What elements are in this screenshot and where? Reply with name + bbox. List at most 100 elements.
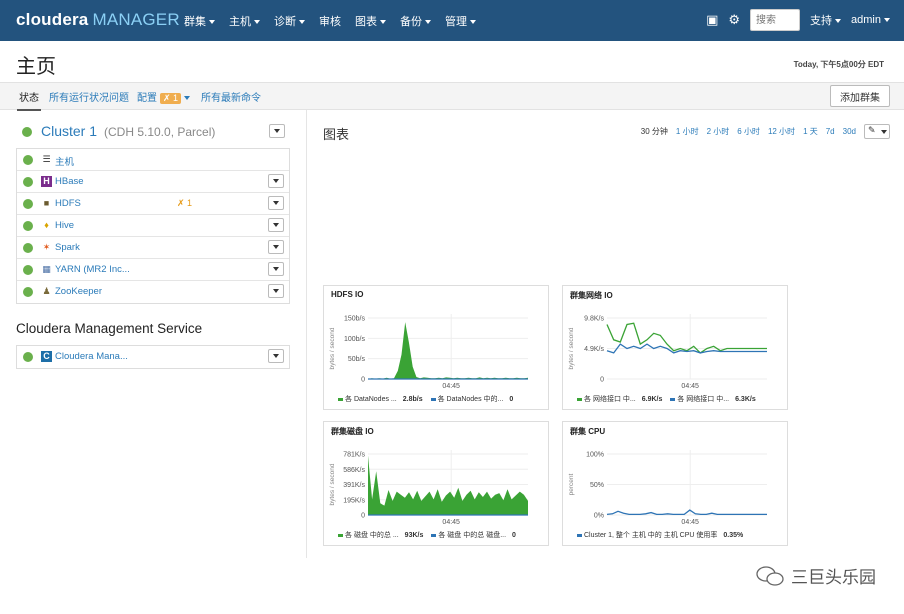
service-row-spark: ✶ Spark bbox=[17, 237, 289, 259]
time-range-option-0[interactable]: 30 分钟 bbox=[641, 126, 668, 137]
y-axis-label: bytes / second bbox=[329, 327, 336, 369]
wechat-icon bbox=[756, 565, 784, 586]
user-menu[interactable]: admin bbox=[851, 14, 890, 26]
y-tick-label: 195K/s bbox=[343, 497, 365, 504]
tab-status[interactable]: 状态 bbox=[17, 89, 41, 111]
chevron-down-icon bbox=[273, 245, 279, 249]
page-title: 主页 bbox=[16, 56, 56, 78]
nav-item-5[interactable]: 备份 bbox=[400, 13, 431, 29]
service-actions-dropdown[interactable] bbox=[268, 262, 284, 276]
tab-health-issues[interactable]: 所有运行状况问题 bbox=[49, 89, 129, 104]
legend-item[interactable]: 各 磁盘 中的总 磁盘... 0 bbox=[431, 530, 516, 540]
tab-configuration[interactable]: 配置 ✗ 1 bbox=[137, 89, 191, 104]
nav-item-2[interactable]: 诊断 bbox=[274, 13, 305, 29]
service-row-list: ☰ 主机 bbox=[17, 149, 289, 171]
time-range-option-7[interactable]: 30d bbox=[843, 127, 856, 136]
chevron-down-icon bbox=[273, 223, 279, 227]
time-range-option-3[interactable]: 6 小时 bbox=[737, 126, 760, 137]
service-name-link[interactable]: Cloudera Mana... bbox=[55, 351, 128, 362]
time-range-option-6[interactable]: 7d bbox=[826, 127, 835, 136]
chart-card-0[interactable]: HDFS IO bytes / second 150b/s 100b/s 50b/s 0 0… bbox=[323, 285, 549, 410]
time-range-option-4[interactable]: 12 小时 bbox=[768, 126, 795, 137]
chevron-down-icon bbox=[209, 20, 215, 25]
legend-item[interactable]: 各 网络接口 中... 6.3K/s bbox=[670, 394, 756, 404]
chart-plot: bytes / second 150b/s 100b/s 50b/s 0 04:45 bbox=[329, 314, 528, 390]
service-name-link[interactable]: ZooKeeper bbox=[55, 286, 102, 297]
nav-item-0[interactable]: 群集 bbox=[184, 13, 215, 29]
y-tick-label: 586K/s bbox=[343, 467, 365, 474]
service-actions-dropdown[interactable] bbox=[268, 196, 284, 210]
zookeeper-icon: ♟ bbox=[42, 286, 51, 296]
search-input[interactable] bbox=[750, 9, 801, 31]
cluster-health-dot bbox=[22, 127, 32, 137]
y-tick-label: 0 bbox=[361, 513, 365, 520]
cluster-actions-dropdown[interactable] bbox=[269, 124, 285, 138]
chart-card-1[interactable]: 群集网络 IO bytes / second 9.8K/s 4.9K/s 0 04:45 各… bbox=[562, 285, 788, 410]
current-time: Today, 下午5点00分 EDT bbox=[793, 60, 884, 69]
edit-charts-button[interactable]: ✎ bbox=[864, 124, 890, 139]
chart-card-3[interactable]: 群集 CPU percent 100% 50% 0% 04:45 Cluster 1, 整个… bbox=[562, 421, 788, 546]
chart-card-2[interactable]: 群集磁盘 IO bytes / second 781K/s 586K/s 391K/s 1… bbox=[323, 421, 549, 546]
parcel-icon[interactable]: ▣ bbox=[706, 12, 718, 28]
nav-item-1[interactable]: 主机 bbox=[229, 13, 260, 29]
cluster-name-link[interactable]: Cluster 1 bbox=[41, 123, 97, 139]
time-range-option-1[interactable]: 1 小时 bbox=[676, 126, 699, 137]
service-actions-dropdown[interactable] bbox=[268, 174, 284, 188]
chart-legend: Cluster 1, 整个 主机 中的 主机 CPU 使用率 0.35% bbox=[577, 530, 743, 540]
x-tick-label: 04:45 bbox=[681, 383, 699, 390]
series-area-0 bbox=[368, 455, 528, 515]
page-header: 主页 Today, 下午5点00分 EDT bbox=[0, 41, 904, 83]
config-warning-badge[interactable]: ✗ 1 bbox=[177, 198, 192, 209]
config-issues-badge: ✗ 1 bbox=[160, 93, 182, 104]
management-service-title: Cloudera Management Service bbox=[16, 321, 203, 336]
add-cluster-button[interactable]: 添加群集 bbox=[830, 85, 890, 107]
legend-item[interactable]: 各 磁盘 中的总 ... 93K/s bbox=[338, 530, 423, 540]
time-range-option-5[interactable]: 1 天 bbox=[803, 126, 818, 137]
nav-item-6[interactable]: 管理 bbox=[445, 13, 476, 29]
service-actions-dropdown[interactable] bbox=[268, 240, 284, 254]
service-row-yarn: ▦ YARN (MR2 Inc... bbox=[17, 259, 289, 281]
chart-plot: bytes / second 781K/s 586K/s 391K/s 195K/s 0 0… bbox=[329, 450, 528, 526]
legend-item[interactable]: 各 DataNodes ... 2.8b/s bbox=[338, 394, 423, 404]
edit-icon: ✎ bbox=[868, 125, 876, 135]
legend-item[interactable]: 各 网络接口 中... 6.9K/s bbox=[577, 394, 662, 404]
y-tick-label: 391K/s bbox=[343, 482, 365, 489]
chart-plot: percent 100% 50% 0% 04:45 bbox=[568, 450, 767, 526]
running-commands-icon[interactable]: ⚙ bbox=[728, 12, 740, 28]
service-actions-dropdown[interactable] bbox=[268, 284, 284, 298]
legend-item[interactable]: Cluster 1, 整个 主机 中的 主机 CPU 使用率 0.35% bbox=[577, 530, 743, 540]
service-name-link[interactable]: YARN (MR2 Inc... bbox=[55, 264, 130, 275]
legend-item[interactable]: 各 DataNodes 中的... 0 bbox=[430, 394, 513, 404]
nav-item-4[interactable]: 图表 bbox=[355, 13, 386, 29]
support-menu[interactable]: 支持 bbox=[810, 12, 842, 28]
service-health-dot bbox=[23, 199, 33, 209]
service-name-link[interactable]: Hive bbox=[55, 220, 74, 231]
y-tick-label: 0% bbox=[594, 513, 604, 520]
service-name-link[interactable]: HDFS bbox=[55, 198, 81, 209]
list-icon: ☰ bbox=[42, 154, 51, 164]
service-name-link[interactable]: HBase bbox=[55, 176, 84, 187]
chevron-down-icon bbox=[254, 20, 260, 25]
hbase-icon: H bbox=[41, 176, 52, 187]
service-row-hdfs: ■ HDFS ✗ 1 bbox=[17, 193, 289, 215]
service-row-hive: ♦ Hive bbox=[17, 215, 289, 237]
cluster-header: Cluster 1 (CDH 5.10.0, Parcel) bbox=[16, 118, 290, 146]
service-health-dot bbox=[23, 221, 33, 231]
time-range-option-2[interactable]: 2 小时 bbox=[707, 126, 730, 137]
y-tick-label: 0 bbox=[600, 377, 604, 384]
service-actions-dropdown[interactable] bbox=[268, 349, 284, 363]
cloudera-manager-logo[interactable]: cloudera MANAGER bbox=[16, 10, 180, 30]
chevron-down-icon bbox=[425, 20, 431, 25]
chevron-down-icon bbox=[273, 201, 279, 205]
hdfs-icon: ■ bbox=[43, 198, 50, 208]
service-name-link[interactable]: Spark bbox=[55, 242, 80, 253]
y-tick-label: 0 bbox=[361, 377, 365, 384]
chevron-down-icon bbox=[380, 20, 386, 25]
nav-item-3[interactable]: 审核 bbox=[319, 13, 341, 29]
service-name-link[interactable]: 主机 bbox=[55, 154, 74, 168]
chart-legend: 各 网络接口 中... 6.9K/s 各 网络接口 中... 6.3K/s bbox=[577, 394, 756, 404]
service-health-dot bbox=[23, 155, 33, 165]
tab-recent-commands[interactable]: 所有最新命令 bbox=[201, 89, 261, 104]
service-actions-dropdown[interactable] bbox=[268, 218, 284, 232]
chevron-down-icon bbox=[273, 179, 279, 183]
